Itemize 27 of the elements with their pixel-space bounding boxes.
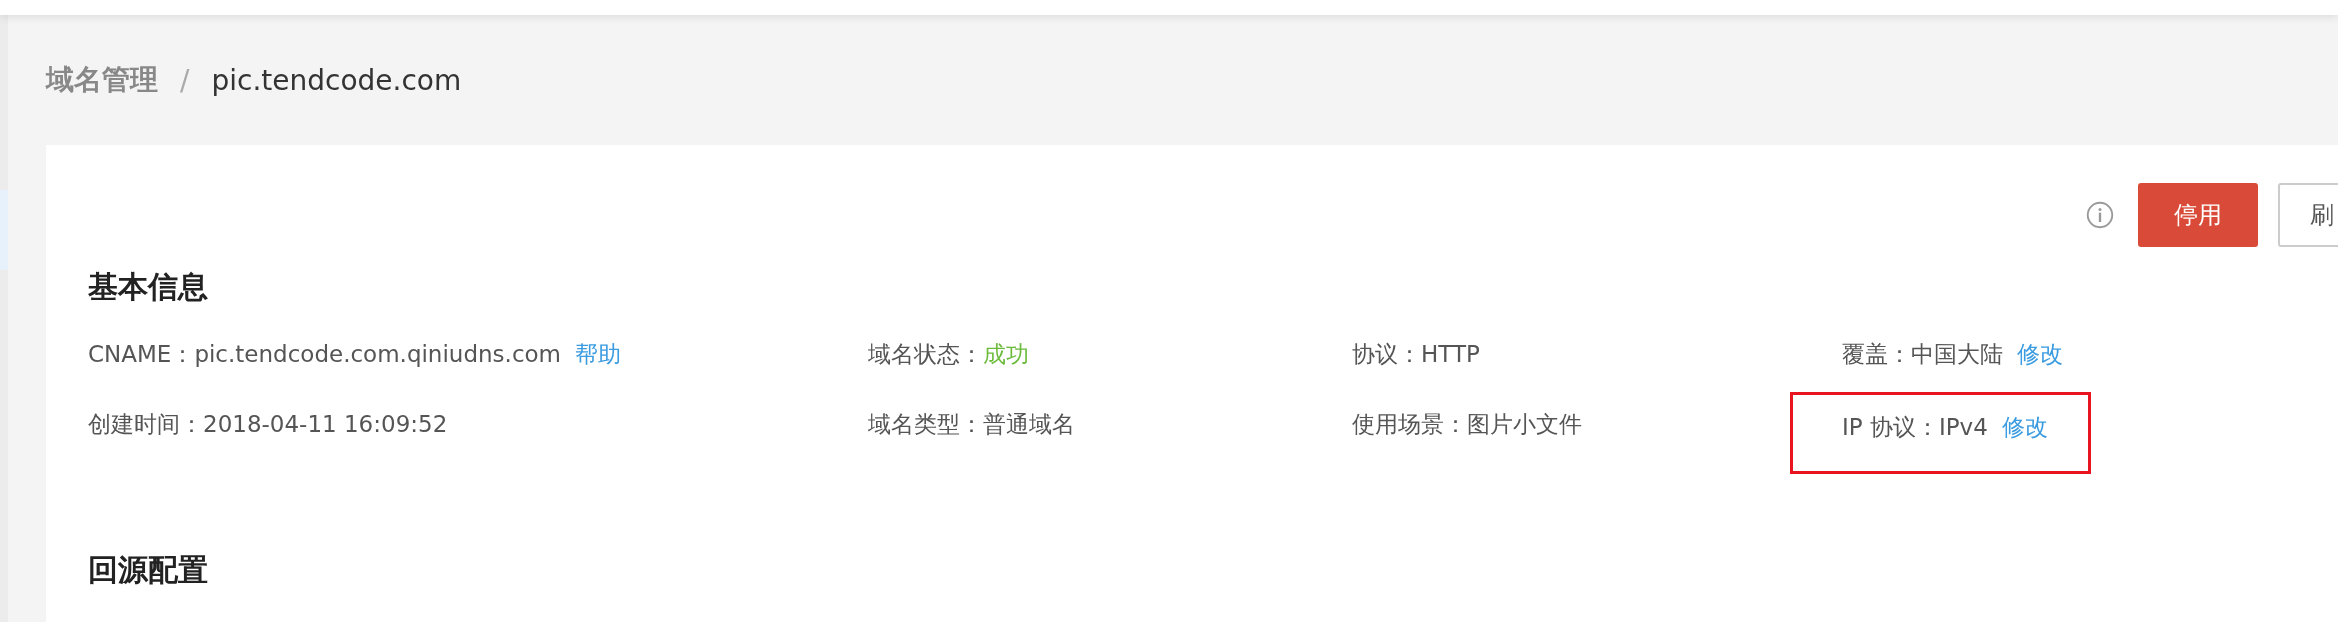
- field-value: 成功: [983, 339, 1029, 369]
- field-label: 域名类型：: [868, 409, 983, 439]
- field-value: 2018-04-11 16:09:52: [203, 411, 448, 437]
- field-value: HTTP: [1421, 341, 1480, 367]
- field-link[interactable]: 帮助: [575, 338, 621, 370]
- field-label: 协议：: [1352, 339, 1421, 369]
- field-label: 使用场景：: [1352, 409, 1467, 439]
- breadcrumb-separator: /: [180, 63, 190, 97]
- field-value: 普通域名: [983, 409, 1075, 439]
- breadcrumb-item: pic.tendcode.com: [211, 63, 462, 97]
- action-button[interactable]: 刷: [2278, 183, 2338, 247]
- section-title: 回源配置: [88, 551, 209, 589]
- action-button[interactable]: 停用: [2138, 183, 2258, 247]
- field-label: 覆盖：: [1842, 339, 1911, 369]
- field-value: 图片小文件: [1467, 409, 1582, 439]
- section-title: 基本信息: [88, 268, 209, 306]
- field-link[interactable]: 修改: [2017, 338, 2063, 370]
- info-icon[interactable]: [2086, 201, 2114, 229]
- field-label: 创建时间：: [88, 409, 203, 439]
- field-value: 中国大陆: [1911, 339, 2003, 369]
- field-label: CNAME：: [88, 339, 195, 369]
- field-value: pic.tendcode.com.qiniudns.com: [194, 341, 561, 367]
- field-label: IP 协议：: [1842, 412, 1939, 442]
- breadcrumb-item[interactable]: 域名管理: [46, 61, 158, 99]
- field-link[interactable]: 修改: [2001, 411, 2048, 443]
- field-label: 域名状态：: [868, 339, 983, 369]
- field-value: IPv4: [1938, 414, 1988, 440]
